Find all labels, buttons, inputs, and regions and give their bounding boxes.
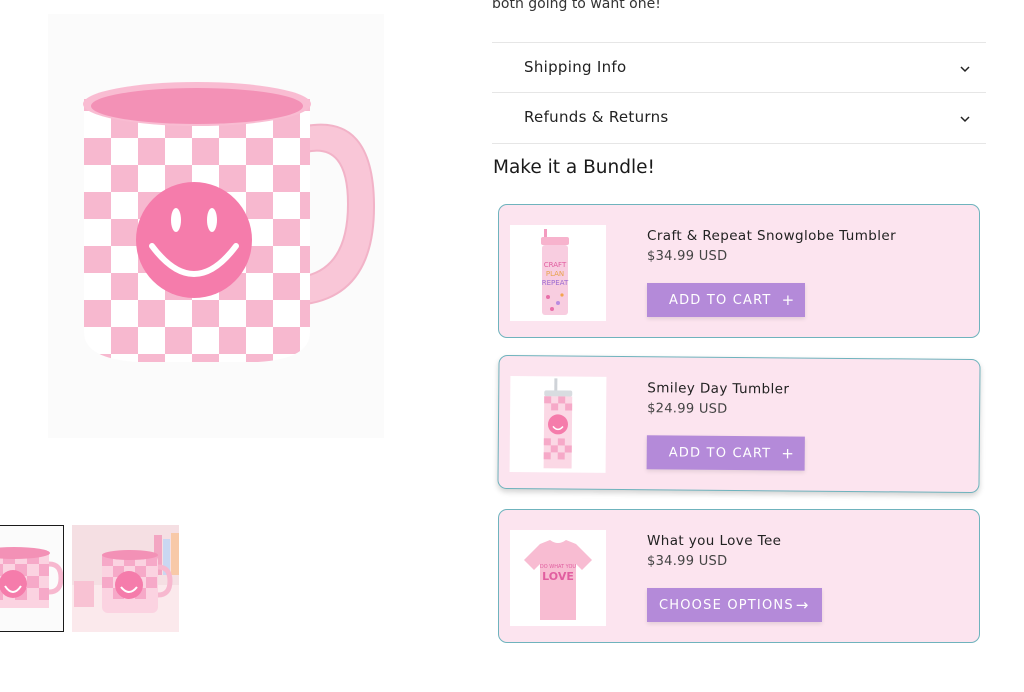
accordion-refunds-returns[interactable]: Refunds & Returns bbox=[492, 92, 986, 144]
bundle-heading: Make it a Bundle! bbox=[493, 157, 655, 178]
product-thumbnail[interactable] bbox=[509, 376, 607, 473]
accordion-shipping-info[interactable]: Shipping Info bbox=[492, 42, 986, 93]
chevron-down-icon bbox=[960, 116, 970, 123]
mug-thumbnail-image bbox=[0, 547, 63, 608]
button-label: ADD TO CART bbox=[668, 444, 772, 461]
love-tee-image: DO WHAT YOU LOVE bbox=[524, 540, 592, 620]
main-product-image[interactable] bbox=[48, 14, 384, 438]
arrow-right-icon: → bbox=[795, 596, 810, 614]
product-thumbnail[interactable]: DO WHAT YOU LOVE bbox=[510, 530, 606, 626]
tumbler-print-line-3: REPEAT bbox=[542, 279, 569, 287]
product-price: $24.99 USD bbox=[647, 401, 728, 417]
button-label: ADD TO CART bbox=[669, 292, 772, 308]
plus-icon: + bbox=[781, 291, 796, 309]
mug-lifestyle-image bbox=[72, 525, 179, 632]
chevron-down-icon bbox=[960, 66, 970, 73]
accordion-label: Refunds & Returns bbox=[524, 108, 669, 126]
add-to-cart-button[interactable]: ADD TO CART + bbox=[646, 435, 806, 471]
bundle-item-card: DO WHAT YOU LOVE What you Love Tee $34.9… bbox=[498, 509, 980, 643]
add-to-cart-button[interactable]: ADD TO CART + bbox=[647, 283, 806, 317]
choose-options-button[interactable]: CHOOSE OPTIONS → bbox=[647, 588, 822, 622]
smiley-tumbler-image bbox=[543, 378, 573, 469]
bundle-item-card: Smiley Day Tumbler $24.99 USD ADD TO CAR… bbox=[497, 354, 981, 494]
product-price: $34.99 USD bbox=[647, 554, 728, 569]
button-label: CHOOSE OPTIONS bbox=[659, 597, 794, 613]
product-name[interactable]: Smiley Day Tumbler bbox=[647, 380, 789, 397]
plus-icon: + bbox=[781, 444, 796, 463]
checkered-smiley-mug-image bbox=[83, 82, 376, 362]
thumbnail-mug-front[interactable] bbox=[0, 525, 64, 632]
product-price: $34.99 USD bbox=[647, 249, 728, 264]
product-name[interactable]: What you Love Tee bbox=[647, 533, 781, 549]
thumbnail-mug-lifestyle[interactable] bbox=[72, 525, 179, 632]
tumbler-print-line-1: CRAFT bbox=[544, 261, 567, 269]
tumbler-print-line-2: PLAN bbox=[546, 270, 564, 278]
snowglobe-tumbler-image: CRAFT PLAN REPEAT bbox=[541, 229, 569, 315]
product-name[interactable]: Craft & Repeat Snowglobe Tumbler bbox=[647, 228, 896, 244]
product-thumbnail[interactable]: CRAFT PLAN REPEAT bbox=[510, 225, 606, 321]
tee-print-line-2: LOVE bbox=[542, 570, 574, 583]
product-description-text: both going to want one! bbox=[492, 0, 661, 12]
accordion-label: Shipping Info bbox=[524, 58, 627, 76]
bundle-item-card: CRAFT PLAN REPEAT Craft & Repeat Snowglo… bbox=[498, 204, 980, 338]
